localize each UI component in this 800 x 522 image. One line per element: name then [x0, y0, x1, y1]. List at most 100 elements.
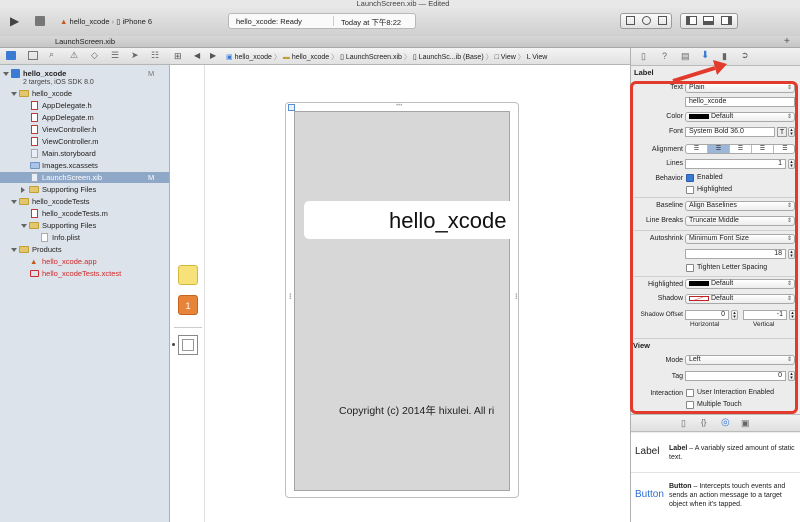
- status-text: hello_xcode: Ready: [236, 17, 302, 26]
- list-item[interactable]: Label Label – A variably sized amount of…: [631, 433, 800, 473]
- tab-launchscreen[interactable]: LaunchScreen.xib: [0, 36, 170, 48]
- disclosure-closed-icon[interactable]: [21, 187, 25, 193]
- list-item[interactable]: Supporting Files: [0, 184, 169, 195]
- scene-frame[interactable]: ••• hello_xcode Copyright (c) 2014年 hixu…: [285, 102, 519, 498]
- symbol-navigator-icon[interactable]: [28, 51, 38, 60]
- add-tab-button[interactable]: +: [784, 36, 790, 47]
- hello-label[interactable]: hello_xcode: [304, 201, 518, 239]
- debug-toggle-icon[interactable]: [703, 16, 714, 25]
- disclosure-open-icon[interactable]: [11, 200, 17, 204]
- chevron-right-icon: 〉: [485, 54, 495, 61]
- project-navigator-icon[interactable]: [6, 51, 16, 60]
- list-item[interactable]: hello_xcodeTests.m: [0, 208, 169, 219]
- list-item[interactable]: ViewController.h: [0, 124, 169, 135]
- project-subtitle: 2 targets, iOS SDK 8.0: [23, 79, 94, 86]
- breadcrumb-file-icon: ▯: [340, 54, 344, 61]
- source-file-icon: [31, 113, 38, 122]
- navigator-toggle-icon[interactable]: [686, 16, 697, 25]
- debug-navigator-icon[interactable]: ☰: [111, 50, 119, 61]
- tab-strip: LaunchScreen.xib +: [0, 36, 800, 48]
- list-item-selected[interactable]: LaunchScreen.xib M: [0, 172, 169, 183]
- forward-button[interactable]: ▶: [210, 51, 216, 60]
- library-item-text: Label – A variably sized amount of stati…: [669, 444, 797, 462]
- list-item[interactable]: ViewController.m: [0, 136, 169, 147]
- issue-navigator-icon[interactable]: ⚠: [70, 50, 78, 61]
- disclosure-open-icon[interactable]: [21, 224, 27, 228]
- jump-bar: ⊞ ◀ ▶ ▣ hello_xcode 〉 ▬ hello_xcode 〉 ▯ …: [170, 48, 630, 65]
- breadcrumb-item[interactable]: LaunchSc...ib (Base): [419, 54, 484, 61]
- scheme-selector[interactable]: ▲ hello_xcode › ▯ iPhone 6: [60, 17, 202, 29]
- utilities-toggle-icon[interactable]: [721, 16, 732, 25]
- library-item-title: Button: [669, 483, 692, 490]
- device-name: iPhone 6: [122, 17, 153, 26]
- scene-dock-icon[interactable]: [288, 104, 295, 111]
- file-inspector-icon[interactable]: ▯: [641, 51, 646, 62]
- list-item[interactable]: Supporting Files: [0, 220, 169, 231]
- resize-handle-top[interactable]: •••: [396, 103, 402, 109]
- copyright-label[interactable]: Copyright (c) 2014年 hixulei. All ri: [339, 403, 511, 418]
- breakpoint-navigator-icon[interactable]: ➤: [131, 50, 139, 61]
- asset-catalog-icon: [30, 162, 40, 169]
- breadcrumb-item[interactable]: View: [501, 54, 516, 61]
- run-button[interactable]: ▶: [10, 14, 19, 28]
- breadcrumb-item[interactable]: View: [532, 54, 547, 61]
- list-item[interactable]: hello_xcodeTests: [0, 196, 169, 207]
- title-bar: LaunchScreen.xib — Edited: [0, 0, 800, 8]
- breadcrumb-item[interactable]: hello_xcode: [235, 54, 272, 61]
- scheme-name: hello_xcode: [69, 17, 110, 26]
- scheme-icon: ▲: [60, 17, 68, 26]
- assistant-editor-icon[interactable]: [642, 16, 651, 25]
- breadcrumb-item[interactable]: hello_xcode: [292, 54, 329, 61]
- document-outline-strip: 1: [170, 65, 205, 522]
- arrow-head: [713, 60, 727, 75]
- resize-handle-left[interactable]: •••: [286, 293, 292, 299]
- code-snippet-library-icon[interactable]: {}: [701, 418, 706, 427]
- list-item[interactable]: ▲ hello_xcode.app: [0, 256, 169, 267]
- disclosure-open-icon[interactable]: [11, 92, 17, 96]
- disclosure-open-icon[interactable]: [11, 248, 17, 252]
- stop-button[interactable]: [35, 16, 45, 26]
- xctest-bundle-icon: [30, 270, 39, 277]
- list-item[interactable]: Images.xcassets: [0, 160, 169, 171]
- find-navigator-icon[interactable]: ⌕: [49, 49, 54, 60]
- list-item[interactable]: Products: [0, 244, 169, 255]
- device-icon: ▯: [116, 17, 121, 26]
- root-view[interactable]: hello_xcode Copyright (c) 2014年 hixulei.…: [294, 111, 518, 491]
- breadcrumb-item[interactable]: LaunchScreen.xib: [346, 54, 402, 61]
- chevron-right-icon: 〉: [331, 54, 341, 61]
- breadcrumb-label-icon: L: [526, 54, 531, 61]
- resize-handle-right[interactable]: •••: [512, 293, 518, 299]
- related-items-icon[interactable]: ⊞: [174, 51, 182, 62]
- file-template-library-icon[interactable]: ▯: [681, 418, 686, 429]
- item-label: ViewController.m: [42, 137, 99, 146]
- connections-inspector-icon[interactable]: ➲: [741, 50, 749, 61]
- breadcrumb-view-icon: □: [494, 54, 499, 61]
- view-object-icon[interactable]: [178, 335, 198, 355]
- list-item[interactable]: Info.plist: [0, 232, 169, 243]
- list-item[interactable]: Main.storyboard: [0, 148, 169, 159]
- object-library-icon[interactable]: ◎: [721, 417, 730, 428]
- version-editor-icon[interactable]: [658, 16, 667, 25]
- scm-badge: M: [148, 173, 155, 182]
- list-item[interactable]: hello_xcodeTests.xctest: [0, 268, 169, 279]
- report-navigator-icon[interactable]: ☷: [151, 50, 159, 61]
- list-item[interactable]: AppDelegate.m: [0, 112, 169, 123]
- interface-builder-canvas[interactable]: 1 ••• hello_xcode Copyright (c) 2014年 hi…: [170, 65, 630, 522]
- list-item[interactable]: AppDelegate.h: [0, 100, 169, 111]
- arrow-shaft: [672, 66, 716, 83]
- list-item[interactable]: hello_xcode: [0, 88, 169, 99]
- activity-view: hello_xcode: Ready Today at 下午8:22: [228, 13, 416, 29]
- list-item[interactable]: Button Button – Intercepts touch events …: [631, 474, 800, 522]
- files-owner-icon[interactable]: [178, 265, 198, 285]
- item-label: LaunchScreen.xib: [42, 173, 103, 182]
- standard-editor-icon[interactable]: [626, 16, 635, 25]
- library-item-title: Label: [669, 445, 688, 452]
- disclosure-open-icon[interactable]: [3, 72, 9, 76]
- item-label: ViewController.h: [42, 125, 97, 134]
- back-button[interactable]: ◀: [194, 51, 200, 60]
- test-navigator-icon[interactable]: ◇: [91, 50, 98, 61]
- breadcrumb-project-icon: ▣: [226, 54, 233, 61]
- folder-icon: [19, 198, 29, 205]
- first-responder-icon[interactable]: 1: [178, 295, 198, 315]
- media-library-icon[interactable]: ▣: [741, 418, 750, 429]
